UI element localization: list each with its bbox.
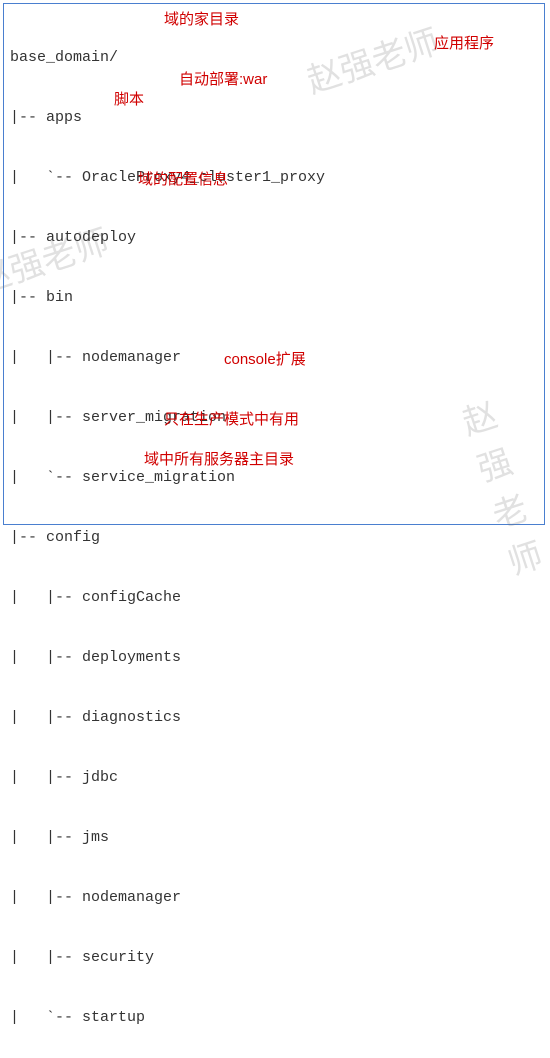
- tree-line: | |-- security: [10, 948, 538, 968]
- annotation-bin: 脚本: [114, 88, 144, 109]
- tree-line: |-- autodeploy: [10, 228, 538, 248]
- tree-line: | |-- configCache: [10, 588, 538, 608]
- annotation-apps: 应用程序: [434, 32, 494, 53]
- tree-line: | |-- nodemanager: [10, 888, 538, 908]
- annotation-config: 域的配置信息: [138, 168, 228, 189]
- annotation-servers: 域中所有服务器主目录: [144, 448, 294, 469]
- tree-line: | |-- jdbc: [10, 768, 538, 788]
- tree-line: |-- bin: [10, 288, 538, 308]
- annotation-home-dir: 域的家目录: [164, 8, 239, 29]
- tree-line: | `-- startup: [10, 1008, 538, 1028]
- tree-line: | `-- OracleProxy4_cluster1_proxy: [10, 168, 538, 188]
- tree-line: |-- config: [10, 528, 538, 548]
- tree-line: | |-- diagnostics: [10, 708, 538, 728]
- annotation-autodeploy: 自动部署:war: [179, 68, 267, 89]
- tree-line: | `-- service_migration: [10, 468, 538, 488]
- tree-line: | |-- deployments: [10, 648, 538, 668]
- annotation-console-ext: console扩展: [224, 348, 306, 369]
- tree-line: |-- apps: [10, 108, 538, 128]
- directory-tree: base_domain/ |-- apps | `-- OracleProxy4…: [4, 4, 544, 1058]
- annotation-pending: 只在生产模式中有用: [164, 408, 299, 429]
- directory-tree-frame: 赵强老师 赵强老师 赵强老师 base_domain/ |-- apps | `…: [3, 3, 545, 525]
- tree-line: | |-- jms: [10, 828, 538, 848]
